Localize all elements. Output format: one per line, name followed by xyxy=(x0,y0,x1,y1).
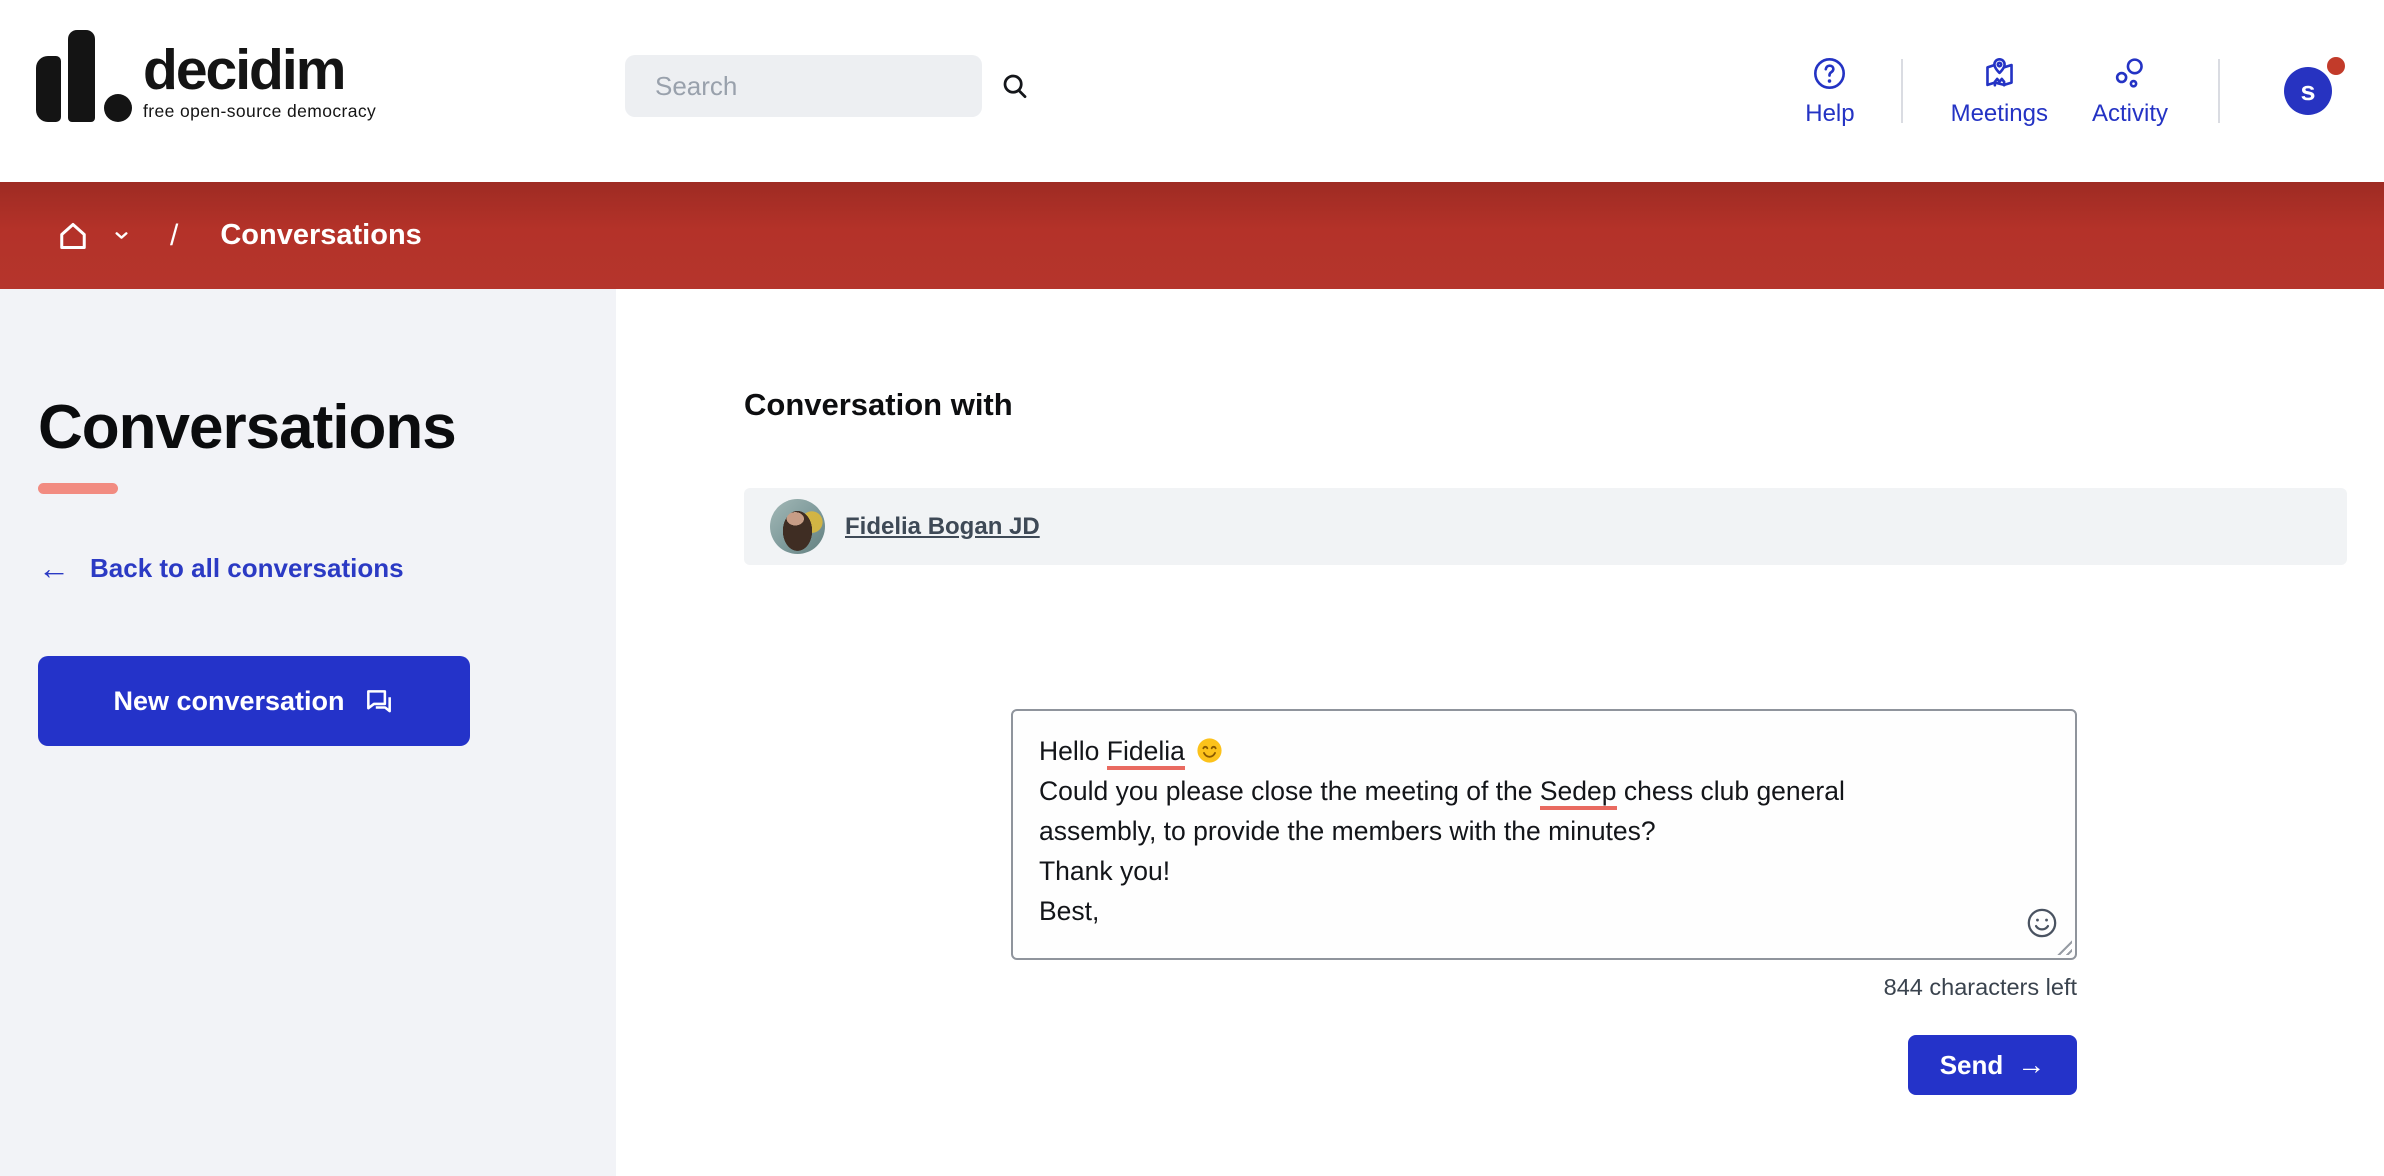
participant-avatar xyxy=(770,499,825,554)
decidim-logo[interactable]: decidim free open-source democracy xyxy=(36,30,376,122)
nav-divider xyxy=(1901,59,1903,123)
nav-item-help[interactable]: Help xyxy=(1805,55,1854,128)
back-to-conversations-link[interactable]: ← Back to all conversations xyxy=(38,552,404,584)
breadcrumb-separator: / xyxy=(170,219,178,253)
participant-name-link[interactable]: Fidelia Bogan JD xyxy=(845,513,1040,541)
conversation-with-heading: Conversation with xyxy=(744,387,1013,423)
sidebar: Conversations ← Back to all conversation… xyxy=(0,289,616,1176)
send-label: Send xyxy=(1940,1050,2004,1081)
nav-label-activity: Activity xyxy=(2092,100,2168,128)
search-icon xyxy=(1000,71,1030,101)
search-button[interactable] xyxy=(990,71,1056,101)
characters-left-counter: 844 characters left xyxy=(1011,974,2077,1001)
message-line: assembly, to provide the members with th… xyxy=(1039,811,2049,851)
emoji-picker-icon xyxy=(2025,906,2059,940)
decidim-logo-mark xyxy=(36,30,132,122)
message-line: Could you please close the meeting of th… xyxy=(1039,771,2049,811)
main-content: Conversation with Fidelia Bogan JD Hello… xyxy=(616,289,2384,1176)
participant-row[interactable]: Fidelia Bogan JD xyxy=(744,488,2347,565)
nav-label-help: Help xyxy=(1805,100,1854,128)
message-textarea[interactable]: Hello Fidelia Could you please close the… xyxy=(1011,709,2077,960)
home-icon xyxy=(55,218,91,254)
back-arrow-icon: ← xyxy=(38,552,70,584)
emoji-picker-button[interactable] xyxy=(2025,906,2059,940)
misspelled-word: Fidelia xyxy=(1107,736,1185,770)
misspelled-word: Sedep xyxy=(1540,776,1617,810)
message-line: Thank you! xyxy=(1039,851,2049,891)
breadcrumb-current: Conversations xyxy=(220,219,421,252)
message-composer: Hello Fidelia Could you please close the… xyxy=(1011,709,2077,1095)
send-arrow-icon: → xyxy=(2017,1049,2045,1081)
notification-dot xyxy=(2327,57,2345,75)
header-nav: Help Meetings Activity s xyxy=(1805,0,2332,182)
nav-item-meetings[interactable]: Meetings xyxy=(1951,55,2048,128)
send-button[interactable]: Send → xyxy=(1908,1035,2077,1095)
message-line: Hello Fidelia xyxy=(1039,731,2049,771)
nav-label-meetings: Meetings xyxy=(1951,100,2048,128)
smiling-face-emoji xyxy=(1195,736,1224,765)
message-line: Best, xyxy=(1039,891,2049,931)
breadcrumb: / Conversations xyxy=(0,182,2384,289)
help-icon xyxy=(1811,55,1848,92)
logo-tagline: free open-source democracy xyxy=(143,101,376,122)
title-underline-accent xyxy=(38,483,118,494)
chevron-down-icon xyxy=(113,227,130,244)
new-conversation-button[interactable]: New conversation xyxy=(38,656,470,746)
search-input[interactable] xyxy=(625,71,990,102)
breadcrumb-home-link[interactable] xyxy=(55,218,91,254)
page-title: Conversations xyxy=(38,397,616,459)
breadcrumb-dropdown-toggle[interactable] xyxy=(113,227,130,244)
nav-item-activity[interactable]: Activity xyxy=(2092,55,2168,128)
nav-divider xyxy=(2218,59,2220,123)
new-conversation-label: New conversation xyxy=(113,686,344,717)
logo-wordmark: decidim xyxy=(143,47,376,94)
top-header: decidim free open-source democracy Help xyxy=(0,0,2384,182)
back-link-label: Back to all conversations xyxy=(90,553,404,584)
avatar-initial: s xyxy=(2284,67,2332,115)
activity-icon xyxy=(2111,55,2148,92)
chat-bubbles-icon xyxy=(363,685,395,717)
user-avatar[interactable]: s xyxy=(2284,67,2332,115)
meetings-icon xyxy=(1981,55,2018,92)
search-box xyxy=(625,55,982,117)
